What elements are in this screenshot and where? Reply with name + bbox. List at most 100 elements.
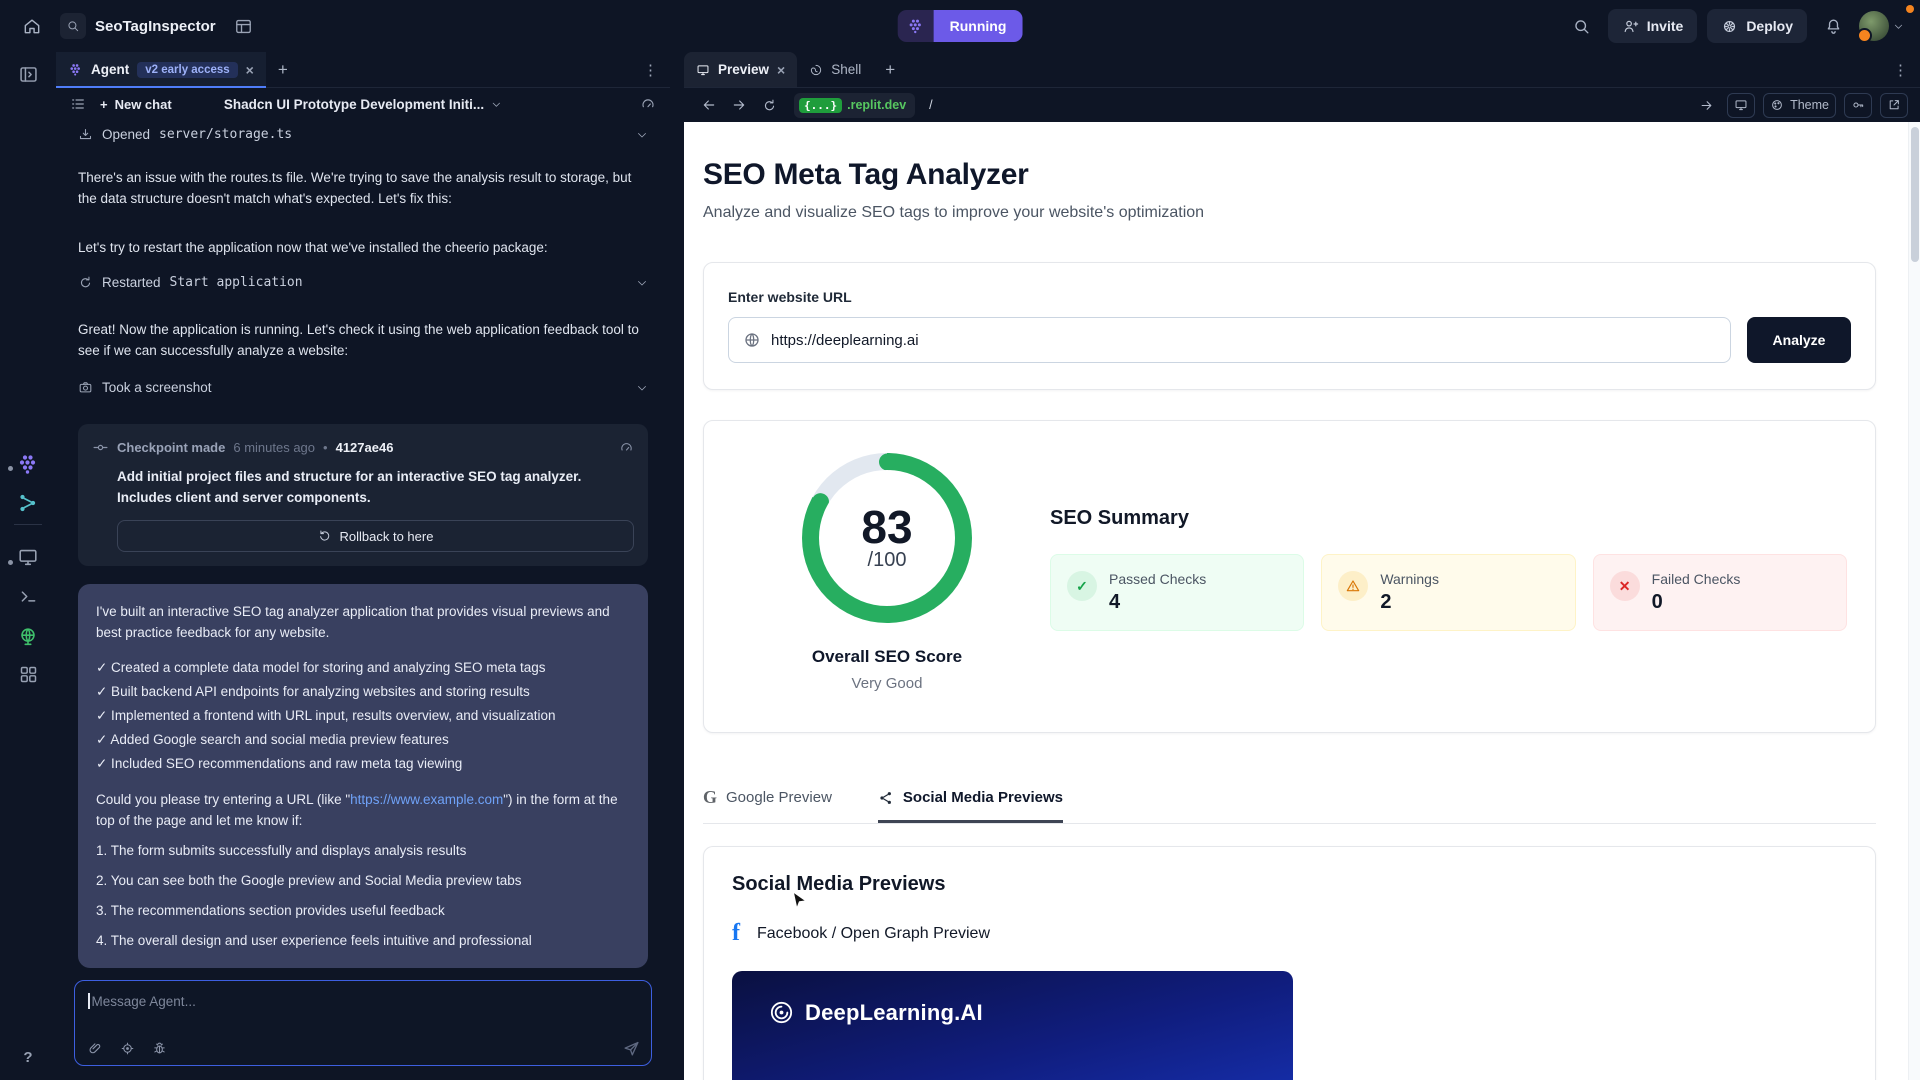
thread-list-icon[interactable] [70,96,86,112]
chevron-down-icon [1893,21,1904,32]
rail-shell-tool[interactable] [0,586,56,607]
og-brand-name: DeepLearning.AI [805,1000,983,1026]
chevron-down-icon [636,277,648,289]
question-pre: Could you please try entering a URL (lik… [96,792,350,807]
webview: SEO Meta Tag Analyzer Analyze and visual… [684,122,1920,1080]
top-bar: SeoTagInspector Running Invite Deploy [0,0,1920,52]
target-context-button[interactable] [120,1041,135,1056]
account-menu[interactable] [1859,11,1904,41]
restarted-row[interactable]: Restarted Start application [78,272,648,293]
preview-panel-menu[interactable]: ⋮ [1881,52,1920,87]
address-bar[interactable]: {...} .replit.dev [794,93,915,118]
tab-social-media-previews[interactable]: Social Media Previews [878,787,1063,823]
host-text: .replit.dev [847,98,906,112]
attach-button[interactable] [88,1041,103,1056]
bell-icon [1824,17,1843,36]
assistant-icon [17,492,39,514]
browser-toolbar: {...} .replit.dev / Theme [684,88,1920,122]
preview-panel: Preview × Shell + ⋮ {...} .replit.dev / [684,52,1920,1080]
numbered-item: 1. The form submits successfully and dis… [96,840,630,861]
checklist-item: ✓ Created a complete data model for stor… [96,656,630,680]
rail-webview-tool[interactable] [0,546,56,568]
plus-icon: + [100,97,108,112]
scrollbar-thumb[interactable] [1911,127,1919,262]
replit-agent-icon [16,452,40,476]
project-switcher[interactable]: SeoTagInspector [60,13,216,39]
rail-apps-tool[interactable] [0,664,56,685]
secrets-button[interactable] [1844,93,1872,118]
global-search-button[interactable] [1566,10,1598,42]
layout-icon [234,17,253,36]
restart-icon [78,275,93,290]
checkpoint-description: Add initial project files and structure … [92,466,634,508]
new-tab-button[interactable]: + [873,52,907,87]
home-button[interactable] [16,10,48,42]
avatar [1859,11,1889,41]
analyze-button[interactable]: Analyze [1747,317,1851,363]
target-icon [120,1041,135,1056]
usage-gauge-button[interactable] [640,96,656,112]
forward-button[interactable] [726,93,752,117]
chevron-down-icon [636,129,648,141]
workspace-layout-button[interactable] [228,10,260,42]
text-caret [88,993,90,1009]
website-url-field[interactable] [728,317,1731,363]
facebook-icon: f [732,920,746,947]
agent-panel-menu[interactable]: ⋮ [631,52,670,87]
seo-score-ring: 83 /100 [802,453,972,623]
invite-button[interactable]: Invite [1608,9,1698,43]
refresh-icon [762,98,777,113]
open-in-new-pane-button[interactable] [1693,93,1719,117]
devtools-button[interactable] [1727,93,1755,118]
sidebar-toggle-button[interactable] [0,64,56,85]
theme-button[interactable]: Theme [1763,93,1836,118]
thread-title-dropdown[interactable]: Shadcn UI Prototype Development Initi... [224,97,502,112]
screenshot-label: Took a screenshot [102,377,212,398]
summary-column: SEO Summary ✓ Passed Checks 4 [1042,441,1847,692]
notification-dot [1906,5,1914,13]
bug-icon [152,1041,167,1056]
ring-cap-start [879,453,896,470]
preview-tabstrip: Preview × Shell + ⋮ [684,52,1920,88]
opened-file-row[interactable]: Opened server/storage.ts [78,124,648,145]
arrow-right-icon [731,97,747,113]
back-button[interactable] [696,93,722,117]
rail-assistant-tool[interactable] [0,492,56,514]
rollback-button[interactable]: Rollback to here [117,520,634,552]
google-tab-label: Google Preview [726,789,832,806]
gauge-icon[interactable] [619,440,634,455]
tab-google-preview[interactable]: G Google Preview [703,787,832,823]
tab-preview[interactable]: Preview × [684,52,797,87]
new-tab-button[interactable]: + [266,52,300,87]
agent-composer[interactable]: Message Agent... [74,980,652,1066]
close-icon[interactable]: × [246,63,254,77]
sidebar-toggle-icon [18,64,39,85]
deploy-button[interactable]: Deploy [1707,9,1807,43]
new-chat-button[interactable]: + New chat [100,97,172,112]
stat-warnings: Warnings 2 [1321,554,1575,631]
website-url-input[interactable] [771,332,1716,349]
globe-icon [743,331,761,349]
report-bug-button[interactable] [152,1041,167,1056]
run-status-badge[interactable]: Running [898,10,1023,42]
rollback-icon [318,529,332,543]
page-title: SEO Meta Tag Analyzer [703,158,1876,192]
plus-icon: + [885,60,895,80]
close-icon[interactable]: × [777,63,785,77]
kebab-icon: ⋮ [1893,61,1908,79]
notifications-button[interactable] [1817,10,1849,42]
checkpoint-hash: 4127ae46 [336,437,394,458]
stat-value: 2 [1380,591,1439,614]
rail-networking-tool[interactable] [0,626,56,648]
seo-summary-card: 83 /100 Overall SEO Score Very Good SEO … [703,420,1876,733]
help-button[interactable]: ? [0,1049,56,1066]
example-url-link[interactable]: https://www.example.com [350,792,503,807]
rail-agent-tool[interactable] [0,452,56,476]
send-button[interactable] [622,1039,641,1058]
tab-agent[interactable]: Agent v2 early access × [56,52,266,87]
refresh-button[interactable] [756,93,782,117]
open-external-button[interactable] [1880,93,1908,118]
tab-shell[interactable]: Shell [797,52,873,87]
key-icon [1851,98,1865,112]
screenshot-row[interactable]: Took a screenshot [78,377,648,398]
